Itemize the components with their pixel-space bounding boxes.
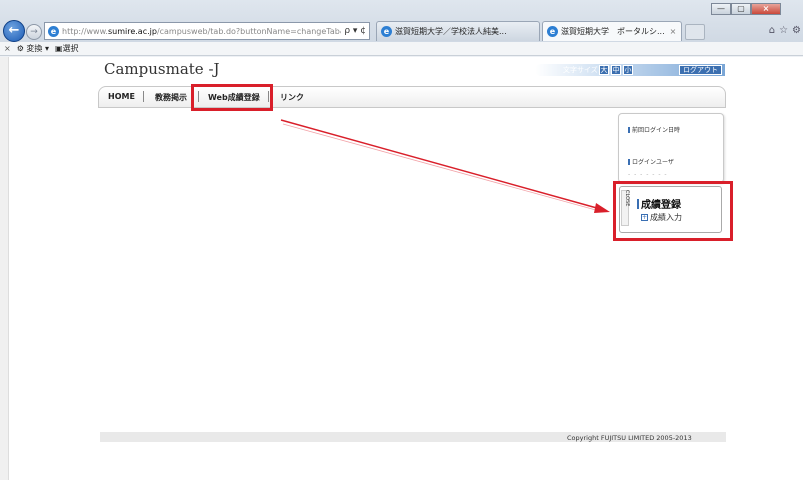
- browser-right-icons: ⌂ ☆ ⚙: [769, 25, 801, 36]
- select-button[interactable]: ▣選択: [55, 43, 79, 54]
- font-size-medium-button[interactable]: 中: [611, 65, 621, 75]
- tab-ie-icon: e: [381, 26, 392, 37]
- bullet-icon: [628, 126, 630, 133]
- last-login-row: 前回ログイン日時: [628, 125, 680, 134]
- convert-label: 変換: [26, 44, 43, 53]
- chevron-down-icon: ▾: [44, 44, 49, 53]
- select-label: 選択: [62, 44, 79, 53]
- url-text: http://www.sumire.ac.jp/campusweb/tab.do…: [62, 26, 341, 36]
- tab-close-icon[interactable]: ×: [670, 27, 677, 36]
- menu-item-links[interactable]: リンク: [280, 92, 304, 103]
- forward-button[interactable]: →: [26, 24, 42, 40]
- address-controls[interactable]: ρ ▾ ¢: [344, 26, 366, 36]
- command-bar: × ⚙ 変換 ▾ ▣選択: [0, 42, 803, 56]
- login-user-row: ログインユーザ: [628, 157, 674, 166]
- convert-button[interactable]: ⚙ 変換 ▾: [17, 43, 49, 54]
- bullet-icon: [628, 158, 630, 165]
- back-button[interactable]: ←: [3, 20, 25, 42]
- browser-tab-1[interactable]: e 滋賀短期大学／学校法人純美...: [376, 21, 540, 41]
- font-size-large-button[interactable]: 大: [599, 65, 609, 75]
- window-controls: — ▢ ×: [711, 3, 781, 15]
- logout-button[interactable]: ログアウト: [679, 65, 722, 75]
- close-icon[interactable]: ×: [4, 44, 11, 53]
- favorites-icon[interactable]: ☆: [779, 25, 788, 36]
- ie-page-icon: e: [48, 25, 59, 37]
- tab-ie-icon: e: [547, 26, 558, 37]
- highlight-box-panel: [613, 181, 733, 241]
- maximize-button[interactable]: ▢: [731, 3, 751, 15]
- page-left-edge: [0, 57, 9, 480]
- new-tab-button[interactable]: [685, 24, 705, 40]
- font-size-small-button[interactable]: 小: [623, 65, 633, 75]
- close-window-button[interactable]: ×: [751, 3, 781, 15]
- menu-item-notices[interactable]: 教務掲示: [155, 92, 187, 103]
- minimize-button[interactable]: —: [711, 3, 731, 15]
- browser-tab-2[interactable]: e 滋賀短期大学 ポータルシ... ×: [542, 21, 682, 41]
- tools-icon[interactable]: ⚙: [792, 25, 801, 36]
- address-bar[interactable]: e http://www.sumire.ac.jp/campusweb/tab.…: [44, 22, 370, 40]
- last-login-label: 前回ログイン日時: [632, 127, 681, 134]
- highlight-box-menu: [191, 84, 273, 111]
- tab-label: 滋賀短期大学 ポータルシ...: [561, 27, 665, 36]
- login-user-value: - - - - - - -: [628, 171, 668, 178]
- menu-separator: [143, 91, 144, 102]
- site-title: Campusmate -J: [104, 60, 220, 78]
- menu-item-home[interactable]: HOME: [108, 92, 135, 101]
- tab-label: 滋賀短期大学／学校法人純美...: [395, 27, 507, 36]
- copyright-text: Copyright FUJITSU LIMITED 2005-2013: [567, 434, 692, 442]
- home-icon[interactable]: ⌂: [769, 25, 775, 36]
- font-size-label: 文字サイズ: [563, 66, 598, 74]
- login-user-label: ログインユーザ: [632, 159, 674, 166]
